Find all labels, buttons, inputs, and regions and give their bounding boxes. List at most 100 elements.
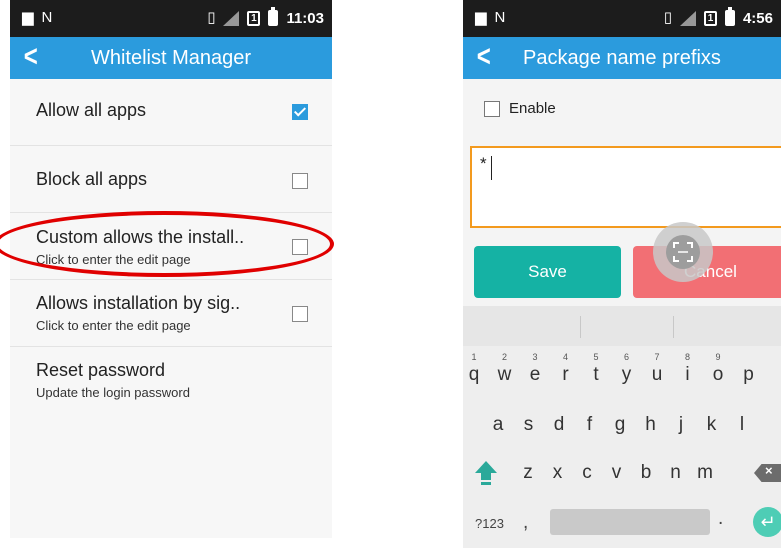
- list-item-title: Custom allows the install..: [36, 227, 245, 247]
- key-f[interactable]: f: [577, 414, 603, 436]
- key-k[interactable]: k: [699, 414, 725, 436]
- list-item-title: Reset password: [36, 360, 166, 380]
- page-title: Whitelist Manager: [90, 47, 252, 69]
- key-label: i: [685, 364, 690, 385]
- list-item-block-all[interactable]: Block all apps: [10, 146, 332, 213]
- custom-allows-checkbox[interactable]: [292, 239, 308, 255]
- enable-label: Enable: [509, 100, 556, 117]
- enable-checkbox[interactable]: [484, 100, 500, 117]
- key-label: o: [712, 364, 724, 385]
- key-u[interactable]: 7u: [644, 352, 670, 386]
- key-label: f: [586, 414, 593, 435]
- key-label: t: [593, 364, 599, 385]
- key-h[interactable]: h: [638, 414, 664, 436]
- period-key[interactable]: .: [718, 508, 723, 530]
- key-label: h: [645, 414, 656, 435]
- key-g[interactable]: g: [607, 414, 633, 436]
- key-label: d: [553, 414, 565, 435]
- list-item-subtitle: Click to enter the edit page: [36, 252, 191, 267]
- key-label: j: [678, 414, 684, 435]
- key-hint: 3: [532, 352, 538, 362]
- sim-card-icon: ▆: [475, 9, 487, 26]
- shift-icon[interactable]: [473, 458, 499, 486]
- battery-icon: [268, 7, 279, 26]
- key-w[interactable]: 2w: [492, 352, 518, 386]
- space-bar[interactable]: [550, 509, 710, 535]
- suggestion-divider: [580, 316, 581, 338]
- key-s[interactable]: s: [516, 414, 542, 436]
- key-label: m: [697, 462, 713, 483]
- allow-all-checkbox[interactable]: [292, 104, 308, 120]
- key-n[interactable]: n: [663, 462, 689, 484]
- list-item-reset-password[interactable]: Reset password Update the login password: [10, 347, 332, 413]
- key-b[interactable]: b: [633, 462, 659, 484]
- nfc-icon: N: [41, 9, 53, 26]
- status-bar: ▆ N ▯ 1 4:56: [463, 0, 781, 37]
- battery-icon: [724, 7, 735, 26]
- scan-icon: [666, 235, 700, 269]
- key-e[interactable]: 3e: [522, 352, 548, 386]
- app-bar: < Package name prefixs: [463, 37, 781, 79]
- key-m[interactable]: m: [692, 462, 718, 484]
- key-label: w: [497, 364, 512, 385]
- enable-toggle[interactable]: Enable: [484, 100, 556, 117]
- key-label: k: [706, 414, 717, 435]
- key-label: r: [562, 364, 569, 385]
- key-y[interactable]: 6y: [614, 352, 640, 386]
- key-label: x: [552, 462, 563, 483]
- save-button[interactable]: Save: [474, 246, 621, 298]
- sim-slot-icon: 1: [703, 10, 717, 26]
- key-hint: 1: [471, 352, 477, 362]
- key-label: z: [523, 462, 533, 483]
- key-q[interactable]: 1q: [463, 352, 487, 386]
- floating-scan-button[interactable]: [653, 222, 713, 282]
- soft-keyboard: 1q2w3e4r5t6y7u8i9opasdfghjklzxcvbnm × ?1…: [463, 306, 781, 548]
- list-item-allow-all[interactable]: Allow all apps: [10, 79, 332, 146]
- key-hint: 7: [654, 352, 660, 362]
- list-item-signature-install[interactable]: Allows installation by sig.. Click to en…: [10, 280, 332, 347]
- key-hint: 9: [715, 352, 721, 362]
- page-title: Package name prefixs: [523, 47, 721, 69]
- key-t[interactable]: 5t: [583, 352, 609, 386]
- signature-install-checkbox[interactable]: [292, 306, 308, 322]
- status-time: 4:56: [742, 9, 773, 27]
- key-o[interactable]: 9o: [705, 352, 731, 386]
- key-d[interactable]: d: [546, 414, 572, 436]
- comma-key[interactable]: ,: [523, 512, 528, 534]
- status-time: 11:03: [286, 9, 324, 27]
- block-all-checkbox[interactable]: [292, 173, 308, 189]
- status-bar: ▆ N ▯ 1 11:03: [10, 0, 332, 37]
- list-item-custom-allows[interactable]: Custom allows the install.. Click to ent…: [10, 213, 332, 280]
- key-p[interactable]: p: [736, 364, 762, 386]
- key-x[interactable]: x: [545, 462, 571, 484]
- key-label: u: [651, 364, 663, 385]
- key-label: e: [529, 364, 541, 385]
- key-label: n: [670, 462, 681, 483]
- key-v[interactable]: v: [604, 462, 630, 484]
- key-hint: 5: [593, 352, 599, 362]
- key-label: y: [621, 364, 632, 385]
- key-label: p: [743, 364, 754, 385]
- key-label: c: [582, 462, 592, 483]
- key-c[interactable]: c: [574, 462, 600, 484]
- list-item-subtitle: Click to enter the edit page: [36, 318, 191, 333]
- key-hint: 8: [684, 352, 690, 362]
- key-r[interactable]: 4r: [553, 352, 579, 386]
- key-z[interactable]: z: [515, 462, 541, 484]
- key-j[interactable]: j: [668, 414, 694, 436]
- whitelist-manager-screen: ▆ N ▯ 1 11:03 < Whitelist Manager Allow …: [10, 0, 332, 538]
- key-i[interactable]: 8i: [675, 352, 701, 386]
- list-item-title: Allows installation by sig..: [36, 293, 241, 313]
- package-prefix-input[interactable]: *: [470, 146, 781, 228]
- app-bar: < Whitelist Manager: [10, 37, 332, 79]
- key-a[interactable]: a: [485, 414, 511, 436]
- sim-slot-icon: 1: [247, 10, 261, 26]
- key-label: a: [492, 414, 504, 435]
- key-label: l: [739, 414, 745, 435]
- backspace-icon[interactable]: ×: [754, 464, 781, 482]
- enter-key[interactable]: ↵: [753, 507, 781, 537]
- symbols-key[interactable]: ?123: [475, 516, 504, 531]
- key-l[interactable]: l: [729, 414, 755, 436]
- package-prefix-screen: ▆ N ▯ 1 4:56 < Package name prefixs Enab…: [463, 0, 781, 548]
- signal-icon: [679, 10, 696, 26]
